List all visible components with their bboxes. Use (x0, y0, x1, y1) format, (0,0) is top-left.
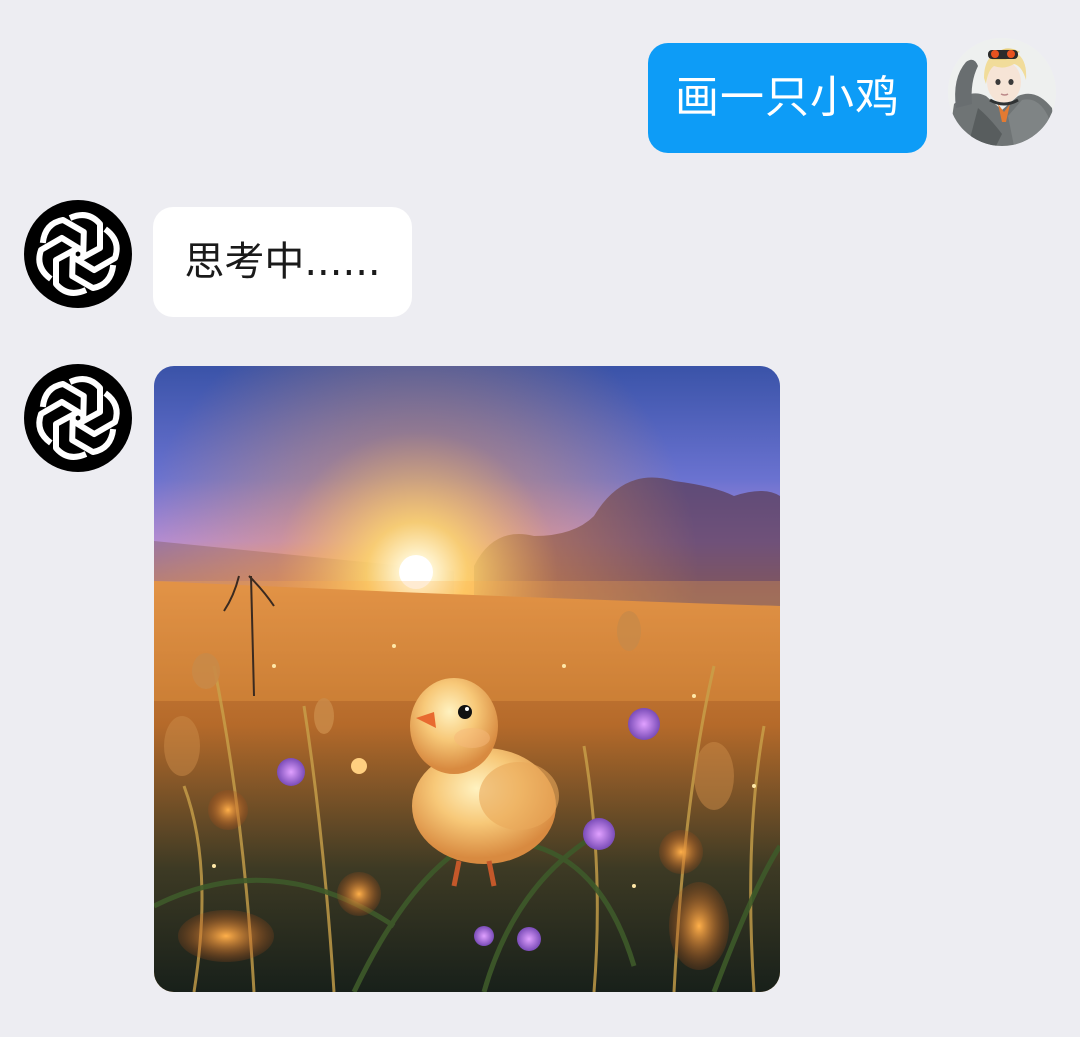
user-avatar[interactable] (948, 38, 1056, 146)
bot-thinking-bubble[interactable]: 思考中...... (153, 207, 412, 317)
chat-thread: 画一只小鸡 思考中...... (0, 0, 1080, 1037)
bot-avatar[interactable] (24, 364, 132, 472)
bot-thinking-text: 思考中...... (184, 239, 381, 285)
openai-logo-icon (36, 376, 120, 460)
user-message-bubble[interactable]: 画一只小鸡 (648, 43, 927, 153)
user-message-text: 画一只小鸡 (675, 72, 900, 123)
generated-chick-image (154, 366, 780, 992)
openai-logo-icon (36, 212, 120, 296)
bot-avatar[interactable] (24, 200, 132, 308)
generated-image-message[interactable] (154, 366, 780, 992)
anime-character-avatar-icon (948, 38, 1056, 146)
